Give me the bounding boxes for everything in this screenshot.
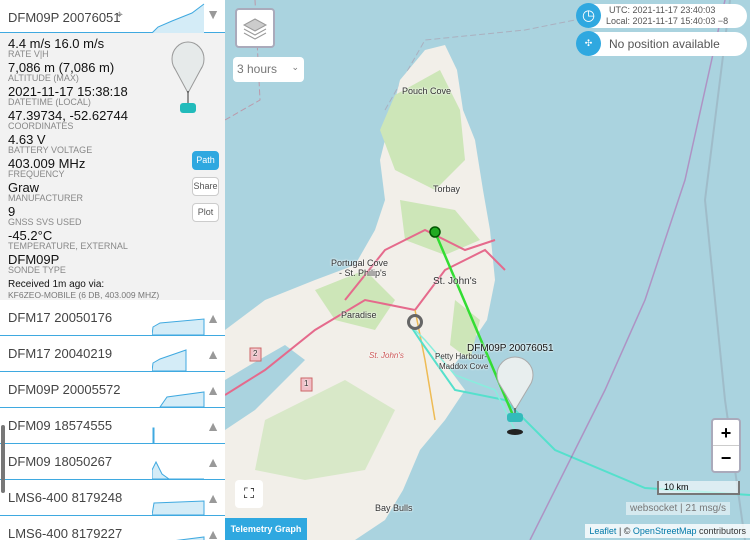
sparkline [152, 427, 155, 443]
attribution: Leaflet | © OpenStreetMap contributors [585, 524, 750, 538]
field-label: COORDINATES [8, 121, 74, 131]
map[interactable]: 1 2 Pouch Cove Torbay Portugal Cove - St… [225, 0, 750, 540]
field-label: GNSS SVS USED [8, 217, 82, 227]
label-st-johns-district: St. John's [369, 351, 404, 360]
compass-icon: ✣ [576, 31, 601, 56]
selected-sonde-header[interactable]: DFM09P 20076051 ⌖ ▼ [0, 0, 225, 34]
expand-icon[interactable]: ▲ [206, 382, 220, 398]
attr-contributors: contributors [696, 526, 746, 536]
sonde-list-item[interactable]: DFM09 18050267 ▲ [0, 444, 225, 480]
zoom-control: + − [711, 418, 741, 473]
position-text: No position available [609, 37, 720, 51]
sonde-list-item[interactable]: DFM17 20050176 ▲ [0, 300, 225, 336]
sonde-list-item[interactable]: DFM09 18574555 ▲ [0, 408, 225, 444]
sparkline [152, 318, 205, 335]
launch-marker[interactable] [429, 226, 441, 238]
expand-icon[interactable]: ▲ [206, 490, 220, 506]
expand-icon[interactable]: ▲ [206, 310, 220, 326]
label-torbay: Torbay [433, 184, 461, 194]
label-bay-bulls: Bay Bulls [375, 503, 413, 513]
zoom-out-button[interactable]: − [713, 446, 739, 471]
share-button[interactable]: Share [192, 177, 219, 196]
sparkline [175, 536, 205, 540]
utc-time: UTC: 2021-11-17 23:40:03 [609, 5, 716, 15]
field-label: SONDE TYPE [8, 265, 66, 275]
sonde-name: DFM09 18574555 [8, 418, 113, 433]
sparkline [152, 349, 187, 371]
telemetry-graph-button[interactable]: Telemetry Graph [225, 518, 307, 540]
sonde-title: DFM09P 20076051 [8, 10, 121, 25]
field-label: TEMPERATURE, EXTERNAL [8, 241, 128, 251]
expand-icon[interactable]: ▲ [206, 454, 220, 470]
time-range-value: 3 hours [237, 62, 278, 76]
position-box[interactable]: ✣ No position available [576, 31, 747, 56]
time-range-select[interactable]: 3 hours ⌄ [233, 57, 304, 82]
sparkline [152, 460, 204, 479]
status-text: websocket | 21 msg/s [626, 502, 730, 515]
scale-bar: 10 km [657, 481, 740, 495]
local-time: Local: 2021-11-17 15:40:03 −8 [606, 16, 729, 26]
sparkline [159, 391, 205, 407]
clock-icon: ◷ [576, 3, 601, 28]
collapse-icon[interactable]: ▼ [206, 6, 220, 22]
balloon-icon [171, 41, 205, 113]
label-pouch-cove: Pouch Cove [402, 86, 452, 96]
received-text: Received 1m ago via: [8, 279, 105, 290]
sonde-list-item[interactable]: LMS6-400 8179227 ▲ [0, 516, 225, 540]
sonde-list-item[interactable]: LMS6-400 8179248 ▲ [0, 480, 225, 516]
sonde-map-label[interactable]: DFM09P 20076051 [467, 343, 554, 354]
sonde-list: DFM17 20050176 ▲ DFM17 20040219 ▲ DFM09P 200… [0, 300, 225, 540]
label-maddox-cove: Maddox Cove [439, 362, 489, 371]
field-label: FREQUENCY [8, 169, 65, 179]
field-label: BATTERY VOLTAGE [8, 145, 93, 155]
expand-icon[interactable]: ▲ [206, 346, 220, 362]
sonde-list-item[interactable]: DFM17 20040219 ▲ [0, 336, 225, 372]
sonde-name: DFM09 18050267 [8, 454, 113, 469]
road-label-2: 2 [253, 349, 258, 358]
sonde-name: LMS6-400 8179227 [8, 526, 123, 540]
label-st-johns: St. John's [433, 276, 477, 287]
sonde-details: 4.4 m/s 16.0 m/s RATE V|H 7,086 m (7,086 m… [0, 33, 225, 300]
road-label-1: 1 [304, 379, 309, 388]
scrollbar[interactable] [1, 425, 5, 493]
sonde-name: DFM17 20040219 [8, 346, 113, 361]
label-portugal-cove: Portugal Cove [331, 258, 389, 268]
layers-button[interactable] [235, 8, 275, 48]
path-button[interactable]: Path [192, 151, 219, 170]
sonde-name: LMS6-400 8179248 [8, 490, 123, 505]
zoom-in-button[interactable]: + [713, 420, 739, 446]
sparkline [152, 500, 205, 515]
attr-sep: | © [616, 526, 633, 536]
sparkline [152, 3, 205, 34]
layers-icon [242, 18, 268, 40]
sonde-name: DFM09P 20005572 [8, 382, 121, 397]
crosshair-icon[interactable]: ⌖ [116, 7, 123, 22]
fullscreen-icon: ⛶ [244, 485, 254, 501]
map-tiles [225, 0, 750, 540]
osm-link[interactable]: OpenStreetMap [633, 526, 697, 536]
fullscreen-button[interactable]: ⛶ [235, 480, 263, 508]
clock-box: ◷ UTC: 2021-11-17 23:40:03 Local: 2021-1… [576, 3, 747, 28]
label-st-philips: - St. Philip's [339, 268, 387, 278]
leaflet-link[interactable]: Leaflet [589, 526, 616, 536]
label-paradise: Paradise [341, 310, 377, 320]
field-label: MANUFACTURER [8, 193, 84, 203]
plot-button[interactable]: Plot [192, 203, 219, 222]
receiver-text: KF6ZEO-MOBILE (6 DB, 403.009 MHZ) [8, 290, 160, 300]
sonde-list-item[interactable]: DFM09P 20005572 ▲ [0, 372, 225, 408]
expand-icon[interactable]: ▲ [206, 526, 220, 540]
chevron-down-icon: ⌄ [291, 62, 299, 72]
sonde-name: DFM17 20050176 [8, 310, 113, 325]
expand-icon[interactable]: ▲ [206, 418, 220, 434]
sidebar: DFM09P 20076051 ⌖ ▼ 4.4 m/s 16.0 m/s RATE… [0, 0, 225, 540]
